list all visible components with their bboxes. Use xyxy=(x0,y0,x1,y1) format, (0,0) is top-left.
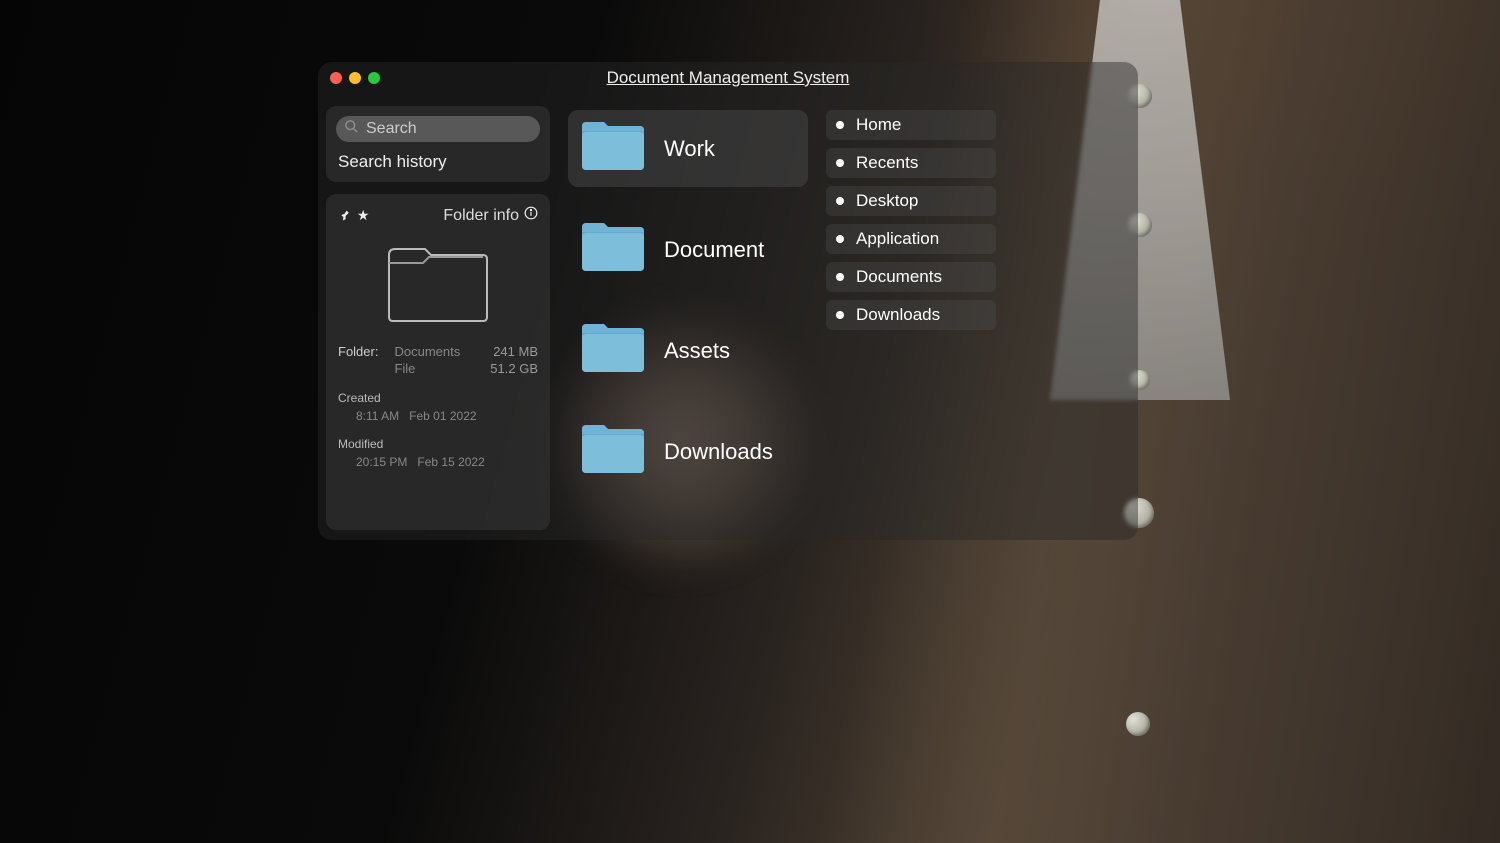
folder-tile-assets[interactable]: Assets xyxy=(568,312,808,389)
minimize-button[interactable] xyxy=(349,72,361,84)
folder-tile-downloads[interactable]: Downloads xyxy=(568,413,808,490)
nav-label: Documents xyxy=(856,267,942,287)
maximize-button[interactable] xyxy=(368,72,380,84)
stat-file-label: File xyxy=(394,361,415,376)
folder-list: Work Document Assets Downloads xyxy=(568,106,808,530)
folder-icon xyxy=(580,423,646,480)
info-icon[interactable] xyxy=(524,206,538,225)
folder-info-panel: ★ Folder info xyxy=(326,194,550,530)
nav-item-home[interactable]: Home xyxy=(826,110,996,140)
stat-file-size: 51.2 GB xyxy=(490,361,538,376)
nav-label: Home xyxy=(856,115,901,135)
bullet-icon xyxy=(836,311,844,319)
nav-item-application[interactable]: Application xyxy=(826,224,996,254)
nav-label: Downloads xyxy=(856,305,940,325)
search-history-label[interactable]: Search history xyxy=(336,152,540,172)
folder-icon xyxy=(580,221,646,278)
folder-label: Work xyxy=(664,136,715,162)
folder-label: Downloads xyxy=(664,439,773,465)
stat-folder-name: Documents xyxy=(394,344,460,359)
created-time: 8:11 AM xyxy=(356,409,399,423)
modified-section: Modified 20:15 PM Feb 15 2022 xyxy=(338,437,538,469)
bullet-icon xyxy=(836,235,844,243)
folder-label: Assets xyxy=(664,338,730,364)
created-label: Created xyxy=(338,391,538,405)
nav-list: Home Recents Desktop Application Documen… xyxy=(826,106,996,530)
modified-time: 20:15 PM xyxy=(356,455,407,469)
nav-item-recents[interactable]: Recents xyxy=(826,148,996,178)
created-date: Feb 01 2022 xyxy=(409,409,476,423)
folder-icon xyxy=(580,120,646,177)
nav-label: Application xyxy=(856,229,939,249)
nav-item-desktop[interactable]: Desktop xyxy=(826,186,996,216)
stat-folder-size: 241 MB xyxy=(493,344,538,359)
nav-label: Desktop xyxy=(856,191,918,211)
nav-item-documents[interactable]: Documents xyxy=(826,262,996,292)
suit-button xyxy=(1126,712,1150,736)
folder-tile-work[interactable]: Work xyxy=(568,110,808,187)
bullet-icon xyxy=(836,121,844,129)
window-body: Search history ★ Folder info xyxy=(318,94,1138,540)
folder-info-title: Folder info xyxy=(443,207,519,225)
folder-label: Document xyxy=(664,237,764,263)
created-section: Created 8:11 AM Feb 01 2022 xyxy=(338,391,538,423)
nav-item-downloads[interactable]: Downloads xyxy=(826,300,996,330)
window-title: Document Management System xyxy=(607,68,850,88)
traffic-lights xyxy=(330,72,380,84)
app-window: Document Management System Search histor… xyxy=(318,62,1138,540)
stat-folder-label: Folder: xyxy=(338,344,378,359)
folder-preview-icon xyxy=(383,243,493,325)
left-column: Search history ★ Folder info xyxy=(326,106,550,530)
titlebar: Document Management System xyxy=(318,62,1138,94)
bullet-icon xyxy=(836,197,844,205)
bullet-icon xyxy=(836,273,844,281)
search-input[interactable] xyxy=(336,116,540,142)
search-panel: Search history xyxy=(326,106,550,182)
modified-date: Feb 15 2022 xyxy=(417,455,484,469)
bullet-icon xyxy=(836,159,844,167)
pin-star-icons[interactable]: ★ xyxy=(338,207,371,225)
folder-stats: Folder: Documents 241 MB Folder: File 51… xyxy=(338,343,538,377)
folder-tile-document[interactable]: Document xyxy=(568,211,808,288)
close-button[interactable] xyxy=(330,72,342,84)
nav-label: Recents xyxy=(856,153,918,173)
modified-label: Modified xyxy=(338,437,538,451)
folder-icon xyxy=(580,322,646,379)
